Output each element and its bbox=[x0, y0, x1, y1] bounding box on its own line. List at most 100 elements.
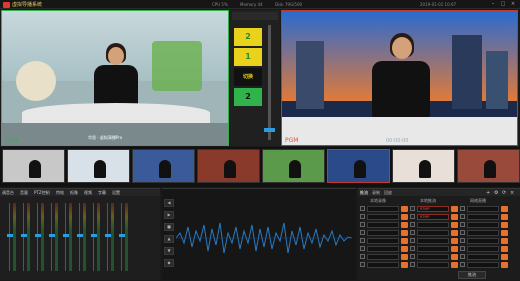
row-input[interactable] bbox=[417, 246, 449, 252]
tab-stream[interactable]: 推流 bbox=[360, 190, 368, 196]
wave-control-button[interactable]: ◆ bbox=[164, 259, 174, 267]
row-input[interactable] bbox=[467, 246, 499, 252]
row-input[interactable] bbox=[367, 206, 399, 212]
transition-button-b[interactable]: 1 bbox=[234, 48, 262, 66]
cut-button[interactable]: 切换 bbox=[234, 68, 262, 86]
row-action-icon[interactable] bbox=[401, 262, 408, 268]
fader-knob[interactable] bbox=[118, 233, 125, 237]
scene-thumbnail[interactable] bbox=[392, 149, 455, 183]
start-stream-button[interactable]: 推流 bbox=[458, 271, 486, 279]
row-input[interactable] bbox=[367, 254, 399, 260]
row-checkbox[interactable] bbox=[460, 214, 465, 219]
close-button[interactable]: × bbox=[510, 1, 516, 7]
row-action-icon[interactable] bbox=[451, 238, 458, 244]
row-action-icon[interactable] bbox=[451, 222, 458, 228]
row-action-icon[interactable] bbox=[451, 214, 458, 220]
preview-monitor[interactable]: 华思 · 虚拟演播Pro PVW bbox=[1, 10, 229, 146]
row-input[interactable] bbox=[467, 230, 499, 236]
row-action-icon[interactable] bbox=[401, 230, 408, 236]
refresh-icon[interactable]: ⟳ bbox=[502, 190, 506, 196]
row-checkbox[interactable] bbox=[410, 262, 415, 267]
row-action-icon[interactable] bbox=[501, 230, 508, 236]
program-monitor[interactable]: PGM 00:00:00 bbox=[281, 10, 518, 146]
tab-playback[interactable]: 回放 bbox=[384, 190, 392, 196]
fader-knob[interactable] bbox=[6, 233, 13, 237]
row-input[interactable] bbox=[417, 262, 449, 268]
row-action-icon[interactable] bbox=[401, 214, 408, 220]
scene-thumbnail[interactable] bbox=[197, 149, 260, 183]
scene-thumbnail-selected[interactable] bbox=[327, 149, 390, 183]
row-action-icon[interactable] bbox=[401, 246, 408, 252]
t-bar-handle[interactable] bbox=[264, 128, 275, 132]
row-checkbox[interactable] bbox=[410, 214, 415, 219]
row-input[interactable]: RTMP bbox=[417, 206, 449, 212]
scene-thumbnail[interactable] bbox=[132, 149, 195, 183]
row-input[interactable] bbox=[467, 222, 499, 228]
row-checkbox[interactable] bbox=[410, 206, 415, 211]
mixer-tab[interactable]: 视频 bbox=[84, 190, 92, 196]
scene-thumbnail[interactable] bbox=[262, 149, 325, 183]
mixer-tab[interactable]: 特效 bbox=[56, 190, 64, 196]
maximize-button[interactable]: □ bbox=[500, 1, 506, 7]
fader-knob[interactable] bbox=[34, 233, 41, 237]
row-input[interactable] bbox=[467, 238, 499, 244]
fader-knob[interactable] bbox=[48, 233, 55, 237]
row-input[interactable] bbox=[367, 222, 399, 228]
mixer-tab[interactable]: 音量 bbox=[20, 190, 28, 196]
scene-thumbnail[interactable] bbox=[457, 149, 520, 183]
fader-knob[interactable] bbox=[76, 233, 83, 237]
row-input[interactable] bbox=[467, 254, 499, 260]
row-checkbox[interactable] bbox=[460, 254, 465, 259]
row-checkbox[interactable] bbox=[360, 246, 365, 251]
row-action-icon[interactable] bbox=[401, 238, 408, 244]
fader-knob[interactable] bbox=[90, 233, 97, 237]
row-action-icon[interactable] bbox=[501, 262, 508, 268]
tab-record[interactable]: 录制 bbox=[372, 190, 380, 196]
row-checkbox[interactable] bbox=[410, 222, 415, 227]
settings-icon[interactable]: ⚙ bbox=[494, 190, 498, 196]
row-checkbox[interactable] bbox=[360, 214, 365, 219]
row-checkbox[interactable] bbox=[460, 262, 465, 267]
wave-control-button[interactable]: ◀ bbox=[164, 199, 174, 207]
row-input[interactable] bbox=[367, 214, 399, 220]
row-input[interactable] bbox=[367, 230, 399, 236]
row-action-icon[interactable] bbox=[501, 214, 508, 220]
row-input[interactable] bbox=[467, 214, 499, 220]
row-input[interactable] bbox=[417, 230, 449, 236]
row-checkbox[interactable] bbox=[410, 230, 415, 235]
wave-control-button[interactable]: ▶ bbox=[164, 211, 174, 219]
transition-button-c[interactable]: 2 bbox=[234, 88, 262, 106]
wave-control-button[interactable]: ▲ bbox=[164, 235, 174, 243]
row-checkbox[interactable] bbox=[360, 206, 365, 211]
add-icon[interactable]: + bbox=[486, 190, 490, 196]
row-input[interactable] bbox=[467, 262, 499, 268]
row-action-icon[interactable] bbox=[401, 254, 408, 260]
row-checkbox[interactable] bbox=[360, 254, 365, 259]
row-checkbox[interactable] bbox=[460, 238, 465, 243]
row-checkbox[interactable] bbox=[410, 254, 415, 259]
row-checkbox[interactable] bbox=[360, 230, 365, 235]
fader-knob[interactable] bbox=[104, 233, 111, 237]
row-checkbox[interactable] bbox=[360, 238, 365, 243]
row-input[interactable] bbox=[417, 254, 449, 260]
row-action-icon[interactable] bbox=[501, 238, 508, 244]
row-action-icon[interactable] bbox=[451, 206, 458, 212]
mixer-tab[interactable]: 设置 bbox=[112, 190, 120, 196]
row-checkbox[interactable] bbox=[410, 246, 415, 251]
minimize-button[interactable]: – bbox=[490, 1, 496, 7]
row-action-icon[interactable] bbox=[501, 206, 508, 212]
mixer-tab[interactable]: 抠像 bbox=[70, 190, 78, 196]
row-action-icon[interactable] bbox=[501, 246, 508, 252]
fader-knob[interactable] bbox=[62, 233, 69, 237]
row-action-icon[interactable] bbox=[451, 230, 458, 236]
row-input[interactable] bbox=[367, 238, 399, 244]
row-checkbox[interactable] bbox=[460, 206, 465, 211]
row-checkbox[interactable] bbox=[360, 262, 365, 267]
row-checkbox[interactable] bbox=[460, 246, 465, 251]
fader-knob[interactable] bbox=[20, 233, 27, 237]
row-checkbox[interactable] bbox=[410, 238, 415, 243]
mixer-tab[interactable]: 字幕 bbox=[98, 190, 106, 196]
mixer-tab[interactable]: PTZ控制 bbox=[34, 190, 50, 196]
row-input[interactable] bbox=[367, 246, 399, 252]
close-icon[interactable]: × bbox=[510, 190, 514, 196]
